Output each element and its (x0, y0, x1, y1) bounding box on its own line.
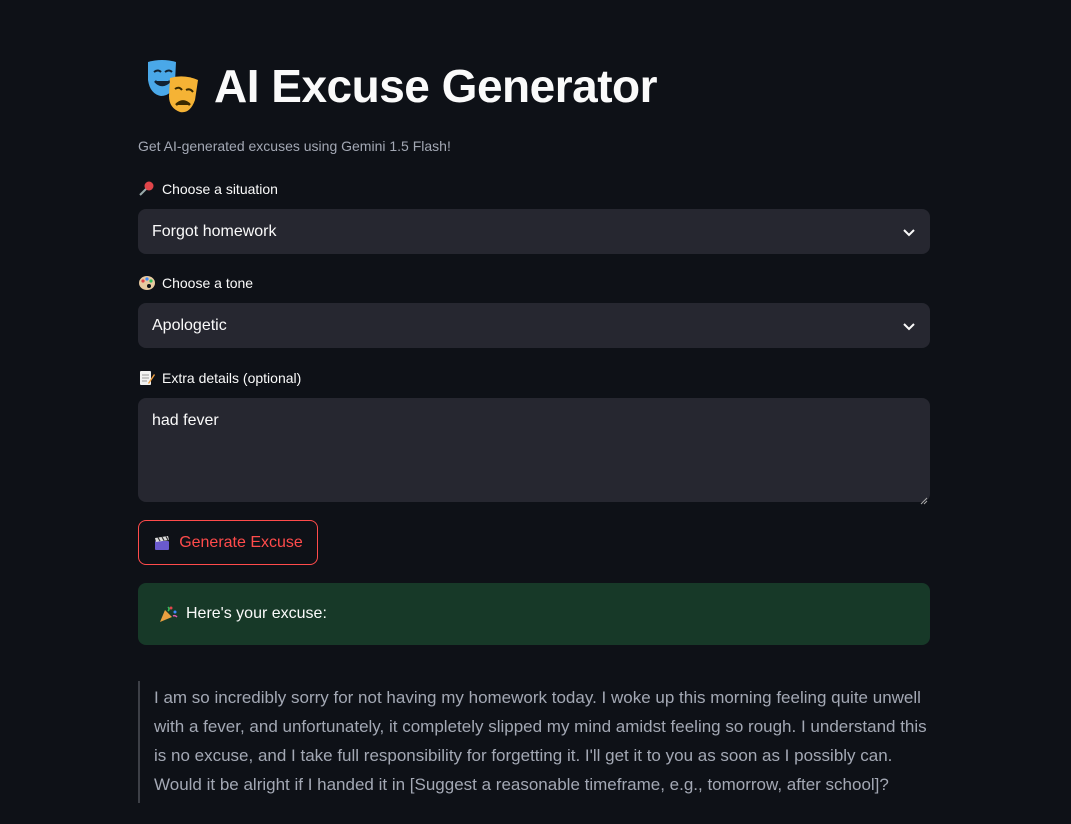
situation-label-row: Choose a situation (138, 181, 278, 197)
tone-selected-value: Apologetic (152, 316, 227, 334)
tone-label: Choose a tone (162, 275, 254, 291)
situation-select[interactable]: Forgot homework (138, 209, 930, 254)
details-label: Extra details (optional) (162, 370, 302, 386)
pushpin-icon (138, 181, 156, 197)
success-alert: Here's your excuse: (138, 583, 930, 645)
excuse-text: I am so incredibly sorry for not having … (154, 688, 927, 794)
clapper-board-icon (153, 534, 171, 552)
details-value: had fever (152, 412, 219, 429)
memo-icon (138, 370, 156, 386)
situation-label: Choose a situation (162, 181, 278, 197)
details-label-row: Extra details (optional) (138, 370, 301, 386)
tone-select[interactable]: Apologetic (138, 303, 930, 348)
title-row: AI Excuse Generator (144, 56, 658, 116)
tone-label-row: Choose a tone (138, 275, 253, 291)
details-textarea[interactable]: had fever (138, 398, 930, 505)
theater-masks-icon (144, 56, 204, 116)
resize-handle-icon[interactable] (920, 492, 928, 505)
excuse-blockquote: I am so incredibly sorry for not having … (138, 681, 930, 803)
generate-excuse-button[interactable]: Generate Excuse (138, 520, 318, 565)
page-caption: Get AI-generated excuses using Gemini 1.… (138, 138, 451, 154)
page-title: AI Excuse Generator (214, 60, 658, 112)
party-popper-icon (158, 605, 178, 623)
chevron-down-icon (902, 319, 916, 333)
artist-palette-icon (138, 275, 156, 291)
situation-selected-value: Forgot homework (152, 222, 277, 240)
chevron-down-icon (902, 225, 916, 239)
generate-button-label: Generate Excuse (179, 533, 303, 551)
success-text: Here's your excuse: (186, 605, 327, 622)
